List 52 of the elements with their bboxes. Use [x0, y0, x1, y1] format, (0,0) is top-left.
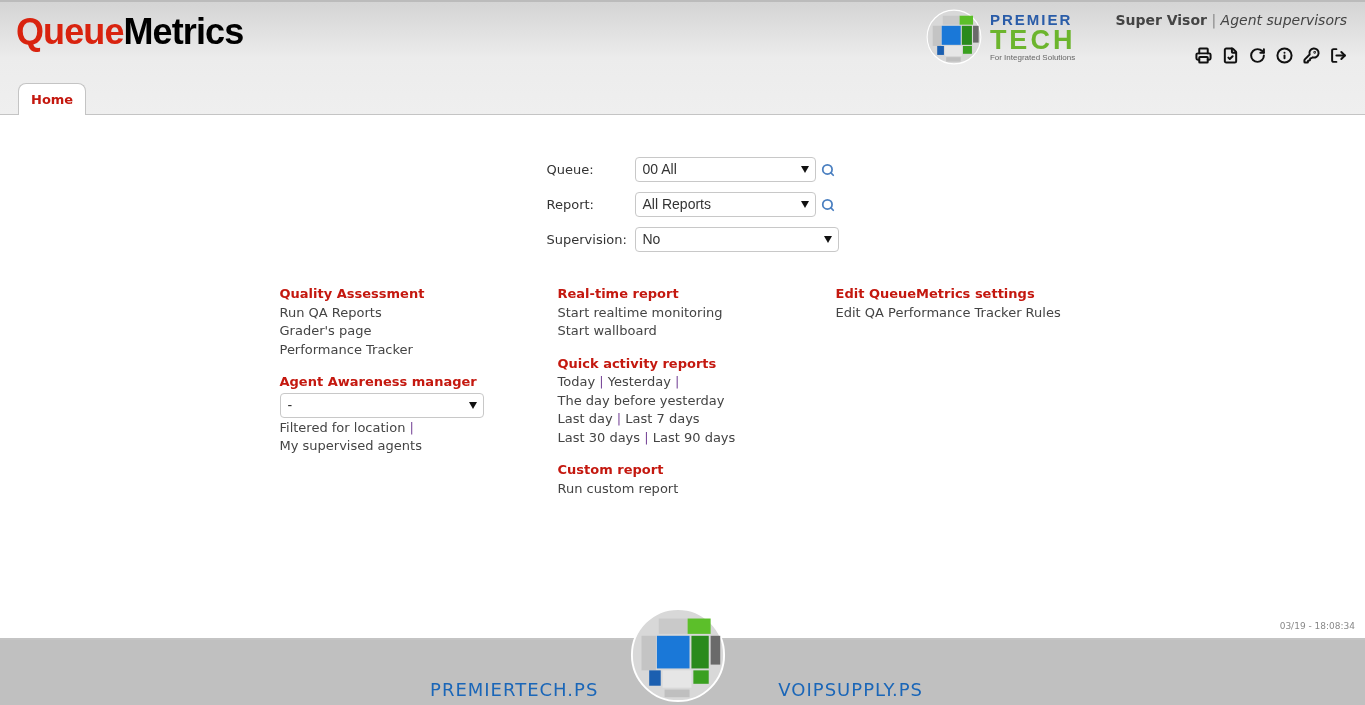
- filter-dropdown[interactable]: All Reports: [634, 192, 816, 217]
- filter-label: Supervision:: [546, 230, 628, 249]
- menu-link[interactable]: My supervised agents: [279, 438, 422, 453]
- menu-link[interactable]: Last day: [557, 411, 613, 426]
- link-separator: |: [643, 429, 650, 445]
- search-icon[interactable]: [820, 162, 835, 177]
- menu-link[interactable]: Start wallboard: [557, 323, 657, 338]
- dropdown-caret-icon: [823, 236, 832, 243]
- dropdown-caret-icon: [800, 166, 809, 173]
- agent-dropdown[interactable]: -: [279, 392, 484, 418]
- globe-logo-icon: [925, 9, 982, 65]
- menu-link[interactable]: Yesterday: [607, 374, 671, 389]
- filter-label: Report:: [546, 195, 595, 214]
- menu-link[interactable]: Last 90 days: [652, 429, 736, 445]
- section-title: Real-time report: [557, 285, 680, 303]
- key-icon[interactable]: [1303, 47, 1320, 64]
- link-separator: |: [674, 374, 680, 389]
- partner-logo: PREMIER TECH For Integrated Solutions: [989, 12, 1076, 62]
- filter-label: Queue:: [546, 160, 595, 179]
- app-logo: QueueMetrics: [16, 12, 244, 52]
- filter-dropdown[interactable]: 00 All: [634, 157, 816, 182]
- menu-link[interactable]: Run custom report: [557, 480, 679, 496]
- section-title: Quick activity reports: [557, 354, 718, 373]
- menu-link[interactable]: Last 7 days: [625, 411, 700, 426]
- menu-link[interactable]: Last 30 days: [557, 429, 641, 445]
- link-separator: |: [598, 374, 605, 389]
- logout-icon[interactable]: [1330, 47, 1347, 64]
- search-icon[interactable]: [820, 197, 835, 212]
- section-title: Edit QueueMetrics settings: [835, 285, 1036, 303]
- menu-link[interactable]: Filtered for location: [279, 419, 406, 435]
- section-title: Custom report: [557, 461, 665, 479]
- timestamp: 03/19 - 18:08:34: [1279, 621, 1355, 631]
- menu-link[interactable]: Today: [557, 374, 596, 389]
- user-info: Super Visor | Agent supervisors: [1115, 11, 1347, 31]
- menu-link[interactable]: Grader's page: [279, 323, 372, 338]
- section-title: Agent Awareness manager: [279, 373, 478, 391]
- filter-dropdown[interactable]: No: [634, 227, 839, 252]
- dropdown-caret-icon: [468, 401, 477, 409]
- refresh-icon[interactable]: [1249, 47, 1266, 64]
- menu-link[interactable]: Run QA Reports: [279, 304, 382, 320]
- printer-icon[interactable]: [1195, 47, 1212, 64]
- link-separator: |: [615, 411, 623, 426]
- link-separator: |: [408, 419, 414, 435]
- menu-link[interactable]: Edit QA Performance Tracker Rules: [835, 304, 1061, 320]
- menu-link[interactable]: Performance Tracker: [279, 341, 413, 357]
- menu-link[interactable]: The day before yesterday: [557, 392, 725, 408]
- checklist-document-icon[interactable]: [1222, 47, 1239, 64]
- dropdown-caret-icon: [800, 201, 809, 208]
- tab[interactable]: Home: [18, 83, 87, 115]
- info-icon[interactable]: [1276, 47, 1293, 64]
- section-title: Quality Assessment: [279, 285, 426, 303]
- menu-link[interactable]: Start realtime monitoring: [557, 304, 723, 320]
